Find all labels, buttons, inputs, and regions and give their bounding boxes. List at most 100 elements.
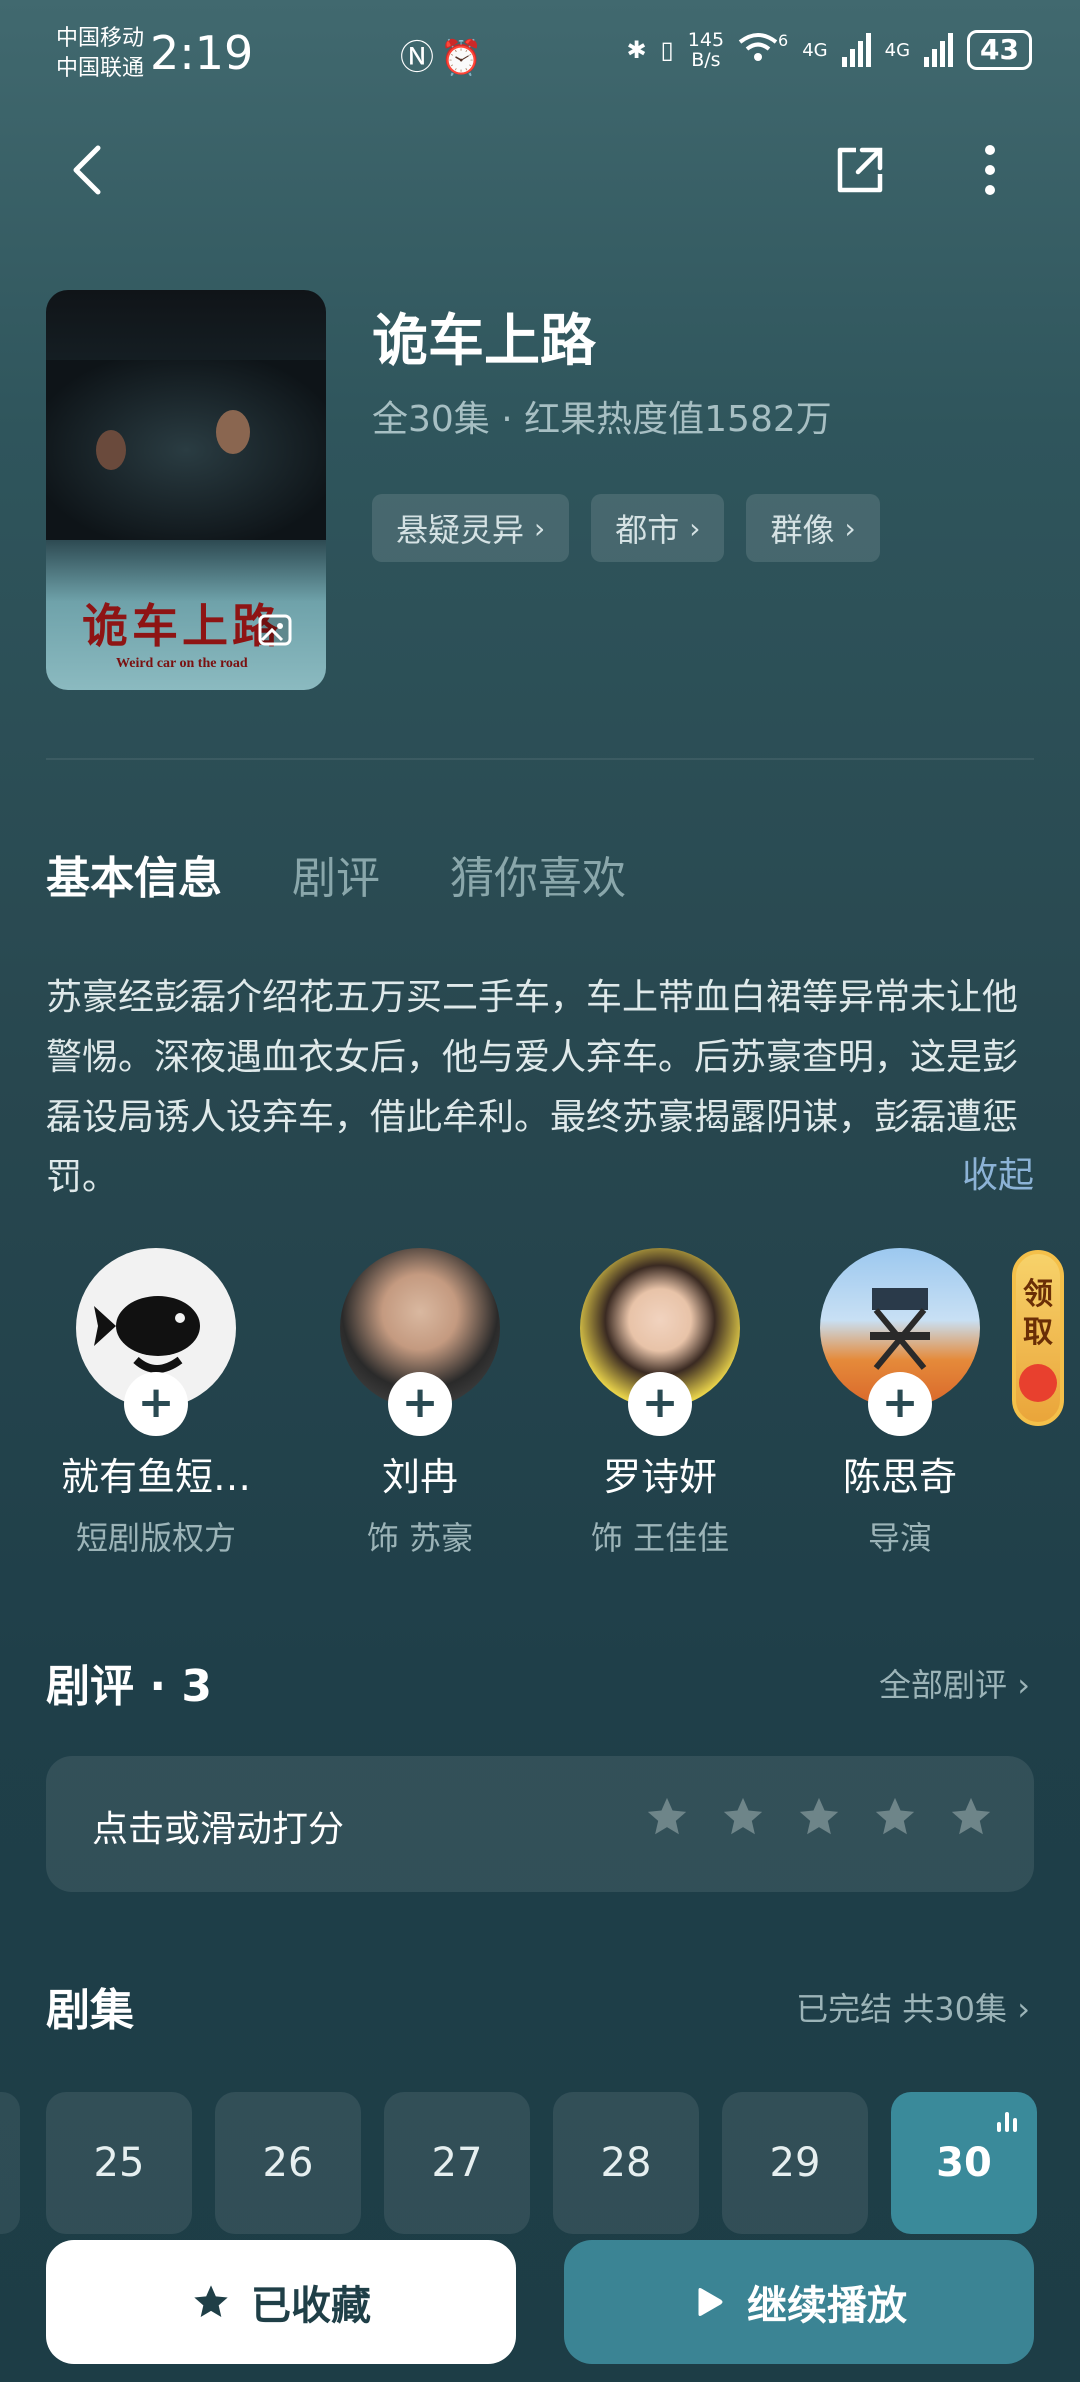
favorite-label: 已收藏 — [251, 2283, 371, 2329]
rating-box[interactable]: 点击或滑动打分 — [46, 1756, 1034, 1892]
tag-ensemble[interactable]: 群像 › — [746, 494, 880, 562]
playing-indicator-icon — [997, 2112, 1017, 2132]
rating-stars[interactable] — [644, 1794, 994, 1840]
tag-label: 悬疑灵异 — [396, 511, 525, 549]
poster-title: 诡车上路 — [82, 599, 282, 653]
episode-tile[interactable]: 28 — [553, 2092, 699, 2234]
signal-1-icon — [841, 33, 871, 67]
tab-reviews[interactable]: 剧评 — [292, 842, 380, 906]
cast-member[interactable]: + 刘冉 饰 苏豪 — [310, 1248, 530, 1559]
star-icon[interactable] — [872, 1794, 918, 1840]
episode-number: 30 — [936, 2140, 992, 2186]
nfc-icon: Ⓝ — [400, 38, 440, 78]
favorite-button[interactable]: 已收藏 — [46, 2240, 516, 2364]
star-icon[interactable] — [644, 1794, 690, 1840]
status-bar: 中国移动 中国联通 2:19 Ⓝ⏰ ✱ ▯ 145 B/s 6 4G 4G 43 — [0, 0, 1080, 110]
chevron-left-icon — [73, 145, 101, 195]
follow-plus-icon[interactable]: + — [628, 1372, 692, 1436]
image-gallery-icon — [258, 614, 292, 646]
cast-list: + 就有鱼短… 短剧版权方 + 刘冉 饰 苏豪 + 罗诗妍 饰 王佳佳 + 陈思… — [46, 1248, 1046, 1578]
bluetooth-icon: ✱ — [626, 36, 647, 64]
episode-tile[interactable]: 29 — [722, 2092, 868, 2234]
cast-name: 刘冉 — [381, 1455, 458, 1499]
back-button[interactable] — [60, 140, 120, 200]
cast-role: 饰 王佳佳 — [590, 1519, 730, 1557]
continue-play-button[interactable]: 继续播放 — [564, 2240, 1034, 2364]
net-speed: 145 B/s — [688, 30, 724, 70]
poster-figure — [96, 430, 126, 470]
sim2-label: 4G — [884, 39, 911, 61]
tag-label: 都市 — [615, 511, 680, 549]
alarm-icon: ⏰ — [440, 38, 489, 78]
tab-recommendations[interactable]: 猜你喜欢 — [450, 842, 626, 906]
battery-icon: 43 — [967, 30, 1032, 70]
status-right-icons: ✱ ▯ 145 B/s 6 4G 4G 43 — [626, 30, 1032, 70]
follow-plus-icon[interactable]: + — [124, 1372, 188, 1436]
divider — [46, 758, 1034, 760]
status-left-icons: Ⓝ⏰ — [400, 30, 488, 79]
episodes-section-title: 剧集 — [46, 1985, 134, 2036]
tag-label: 群像 — [770, 511, 835, 549]
tab-basic-info[interactable]: 基本信息 — [46, 842, 222, 906]
chevron-right-icon: › — [534, 511, 546, 545]
episode-tile[interactable]: 25 — [46, 2092, 192, 2234]
episode-tile[interactable]: 27 — [384, 2092, 530, 2234]
follow-plus-icon[interactable]: + — [388, 1372, 452, 1436]
genre-tags: 悬疑灵异 › 都市 › 群像 › — [372, 494, 880, 562]
episodes-status-link[interactable]: 已完结 共30集 › — [796, 1984, 1030, 2030]
carrier-info: 中国移动 中国联通 — [56, 24, 144, 84]
play-label: 继续播放 — [747, 2283, 907, 2329]
reviews-section-title: 剧评 · 3 — [46, 1661, 212, 1712]
status-time: 2:19 — [150, 26, 254, 80]
episode-tile-current[interactable]: 30 — [891, 2092, 1037, 2234]
star-icon[interactable] — [720, 1794, 766, 1840]
all-reviews-link[interactable]: 全部剧评 › — [879, 1660, 1030, 1706]
synopsis-text: 苏豪经彭磊介绍花五万买二手车，车上带血白裙等异常未让他警惕。深夜遇血衣女后，他与… — [46, 977, 1019, 1198]
sim1-label: 4G — [802, 39, 828, 61]
poster-figure — [216, 410, 250, 454]
share-button[interactable] — [830, 140, 890, 200]
cast-name: 罗诗妍 — [602, 1455, 717, 1499]
episode-list: 25 26 27 28 29 30 — [46, 2092, 1037, 2234]
episode-tile-partial[interactable] — [0, 2092, 20, 2234]
vibrate-icon: ▯ — [660, 36, 674, 64]
cast-name: 陈思奇 — [842, 1455, 957, 1499]
star-filled-icon — [194, 2285, 228, 2317]
chevron-right-icon: › — [844, 511, 856, 545]
cast-member[interactable]: + 罗诗妍 饰 王佳佳 — [550, 1248, 770, 1559]
cast-role: 短剧版权方 — [75, 1519, 236, 1557]
poster-subtitle: Weird car on the road — [116, 656, 248, 671]
more-vertical-icon — [985, 145, 995, 195]
tab-bar: 基本信息 剧评 猜你喜欢 — [46, 842, 626, 906]
share-icon — [837, 147, 883, 193]
show-meta: 全30集 · 红果热度值1582万 — [372, 399, 832, 440]
wifi-icon — [738, 32, 778, 68]
episode-tile[interactable]: 26 — [215, 2092, 361, 2234]
chevron-right-icon: › — [689, 511, 701, 545]
star-icon[interactable] — [796, 1794, 842, 1840]
net-speed-value: 145 — [687, 29, 725, 51]
signal-2-icon — [924, 33, 954, 67]
tag-urban[interactable]: 都市 › — [591, 494, 725, 562]
more-button[interactable] — [960, 140, 1020, 200]
show-poster[interactable]: 诡车上路 Weird car on the road — [46, 290, 326, 690]
net-speed-unit: B/s — [691, 49, 721, 71]
follow-plus-icon[interactable]: + — [868, 1372, 932, 1436]
carrier-1: 中国移动 — [56, 26, 145, 51]
cast-member[interactable]: + 就有鱼短… 短剧版权方 — [46, 1248, 266, 1559]
claim-reward-badge[interactable]: 领 取 — [1012, 1250, 1064, 1426]
rating-prompt: 点击或滑动打分 — [92, 1809, 345, 1850]
red-envelope-icon — [1019, 1364, 1057, 1402]
tag-suspense[interactable]: 悬疑灵异 › — [372, 494, 570, 562]
cast-role: 导演 — [867, 1519, 932, 1557]
reward-text-1: 领 — [1023, 1277, 1053, 1312]
show-title: 诡车上路 — [372, 309, 596, 374]
cast-role: 饰 苏豪 — [366, 1519, 474, 1557]
collapse-link[interactable]: 收起 — [962, 1146, 1034, 1198]
reward-text-2: 取 — [1023, 1315, 1053, 1350]
cast-name: 就有鱼短… — [60, 1455, 251, 1499]
star-icon[interactable] — [948, 1794, 994, 1840]
cast-member[interactable]: + 陈思奇 导演 — [790, 1248, 1010, 1559]
play-icon — [698, 2288, 723, 2316]
carrier-2: 中国联通 — [56, 56, 145, 81]
